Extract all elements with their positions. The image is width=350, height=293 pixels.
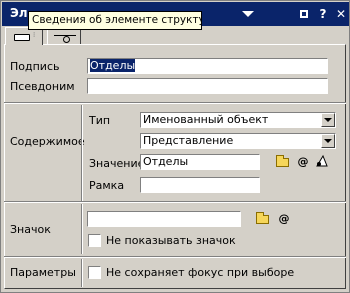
alias-label: Псевдоним [10, 80, 75, 93]
separator [4, 201, 346, 203]
separator [4, 256, 346, 258]
value-label: Значение [89, 157, 145, 170]
vertical-separator [81, 105, 83, 201]
content-section-label: Содержимое [10, 135, 85, 148]
value-formula-icon[interactable] [314, 153, 330, 169]
type-select[interactable]: Именованный объект [140, 112, 336, 128]
frame-label: Рамка [89, 179, 125, 192]
window-menu-dropdown-icon[interactable] [240, 6, 256, 22]
params-section-label: Параметры [10, 266, 76, 279]
element-icon [14, 34, 30, 41]
hide-icon-checkbox[interactable] [88, 234, 101, 247]
value-browse-folder-icon[interactable] [274, 153, 290, 169]
no-focus-checkbox-label: Не сохраняет фокус при выборе [106, 266, 295, 279]
close-button[interactable]: ✕ [333, 6, 349, 22]
tooltip: Сведения об элементе структуры [28, 11, 202, 30]
window-title: Эл [10, 6, 28, 20]
pin-icon[interactable] [296, 6, 312, 22]
hide-icon-checkbox-label: Не показывать значок [106, 234, 236, 247]
alias-input[interactable] [87, 78, 328, 94]
hierarchy-icon [54, 33, 76, 43]
tab-hierarchy[interactable] [47, 28, 81, 44]
icon-browse-folder-icon[interactable] [254, 210, 270, 226]
frame-input[interactable] [140, 177, 260, 193]
caption-input[interactable]: Отделы [87, 58, 328, 74]
vertical-separator [81, 204, 83, 254]
properties-window: Эл ? ✕ Сведения об элементе структуры ⁞ … [0, 0, 350, 293]
type-dropdown-icon[interactable] [321, 113, 335, 127]
kind-dropdown-icon[interactable] [321, 134, 335, 148]
caption-label: Подпись [10, 60, 60, 73]
icon-section-label: Значок [10, 223, 51, 236]
help-button[interactable]: ? [315, 6, 331, 22]
icon-input[interactable] [87, 211, 241, 227]
no-focus-checkbox[interactable] [88, 266, 101, 279]
type-value: Именованный объект [143, 113, 269, 126]
icon-at-button[interactable]: @ [276, 210, 292, 226]
tab-mark-icon: ⁞ [33, 31, 36, 39]
kind-select[interactable]: Представление [140, 133, 336, 149]
vertical-separator [81, 259, 83, 287]
separator [4, 102, 346, 104]
type-label: Тип [89, 114, 111, 127]
kind-value: Представление [143, 134, 234, 147]
caption-value: Отделы [90, 59, 136, 72]
value-at-button[interactable]: @ [295, 153, 311, 169]
value-input[interactable]: Отделы [140, 154, 260, 170]
